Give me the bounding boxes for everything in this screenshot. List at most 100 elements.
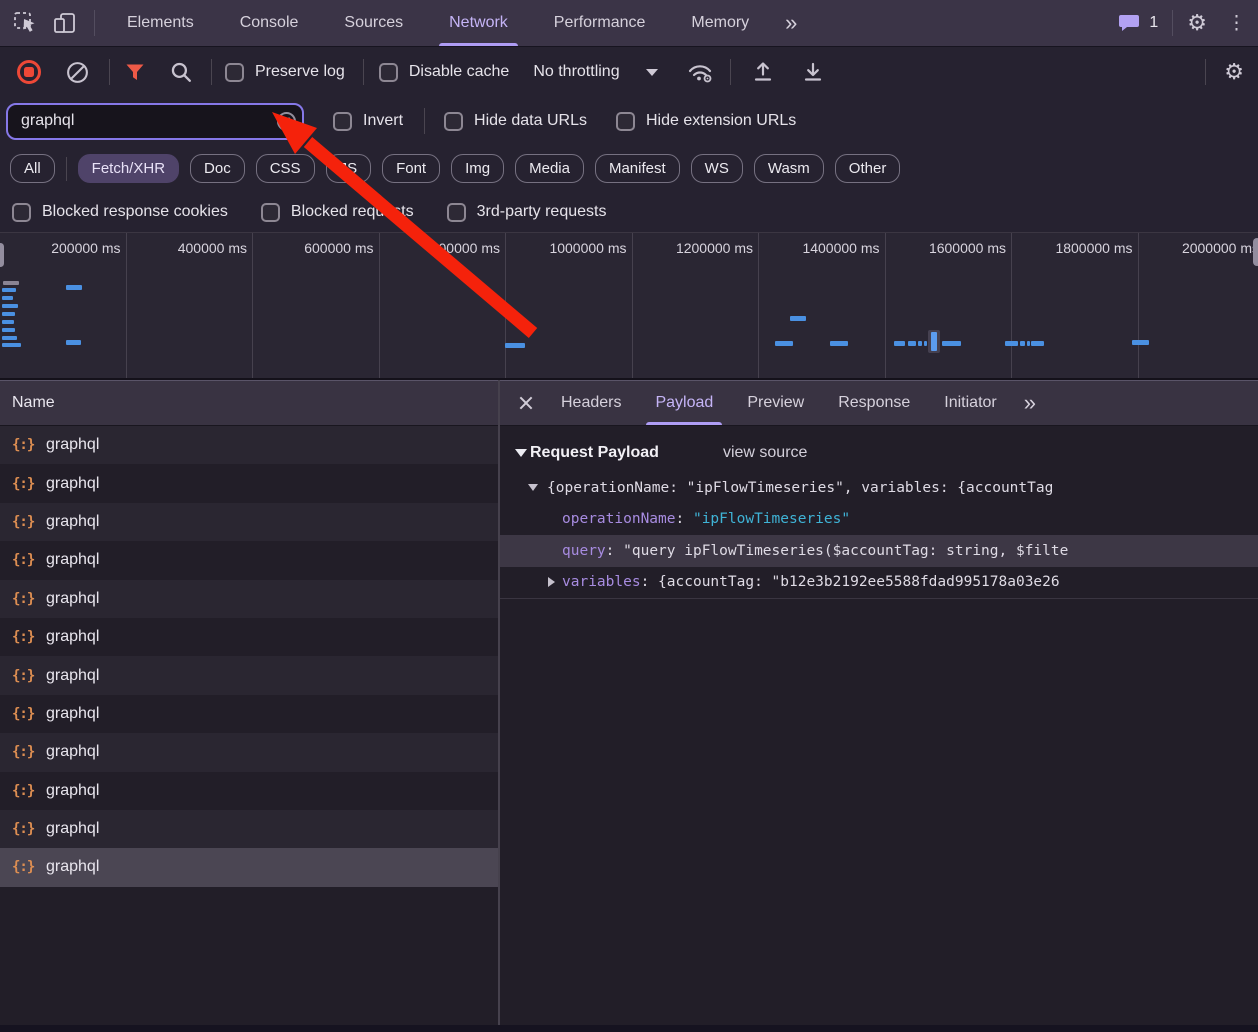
request-row[interactable]: {:}graphql bbox=[0, 848, 498, 886]
tab-elements[interactable]: Elements bbox=[127, 0, 194, 46]
tab-memory[interactable]: Memory bbox=[691, 0, 749, 46]
invert-option[interactable]: Invert bbox=[333, 112, 403, 131]
request-row[interactable]: {:}graphql bbox=[0, 733, 498, 771]
request-row[interactable]: {:}graphql bbox=[0, 541, 498, 579]
clear-network-log-icon[interactable] bbox=[65, 60, 90, 85]
search-icon[interactable] bbox=[169, 60, 194, 85]
checkbox[interactable] bbox=[447, 203, 466, 222]
request-row[interactable]: {:}graphql bbox=[0, 656, 498, 694]
close-detail-icon[interactable] bbox=[508, 381, 544, 425]
inspect-element-icon[interactable] bbox=[10, 8, 40, 38]
request-detail-panel: HeadersPayloadPreviewResponseInitiator »… bbox=[500, 380, 1258, 1032]
payload-entry-row-selected[interactable]: query: "query ipFlowTimeseries($accountT… bbox=[500, 535, 1258, 567]
request-row[interactable]: {:}graphql bbox=[0, 810, 498, 848]
payload-entry-row[interactable]: operationName: "ipFlowTimeseries" bbox=[500, 504, 1258, 536]
request-name: graphql bbox=[46, 820, 99, 838]
waterfall-mark bbox=[790, 316, 806, 321]
json-braces-icon: {:} bbox=[12, 744, 46, 760]
detail-more-tabs-icon[interactable]: » bbox=[1024, 392, 1036, 414]
detail-tab-preview[interactable]: Preview bbox=[730, 381, 821, 425]
waterfall-mark bbox=[2, 328, 15, 332]
option-label: Blocked requests bbox=[291, 203, 414, 221]
chip-js[interactable]: JS bbox=[326, 154, 372, 183]
filter-funnel-icon[interactable] bbox=[123, 60, 147, 84]
device-toolbar-icon[interactable] bbox=[50, 8, 80, 38]
payload-summary-row[interactable]: {operationName: "ipFlowTimeseries", vari… bbox=[500, 472, 1258, 504]
chip-all[interactable]: All bbox=[10, 154, 55, 183]
request-row[interactable]: {:}graphql bbox=[0, 503, 498, 541]
json-braces-icon: {:} bbox=[12, 783, 46, 799]
chip-wasm[interactable]: Wasm bbox=[754, 154, 824, 183]
checkbox[interactable] bbox=[12, 203, 31, 222]
preserve-log-option[interactable]: Preserve log bbox=[225, 63, 345, 82]
payload-entry-row[interactable]: variables: {accountTag: "b12e3b2192ee558… bbox=[500, 567, 1258, 599]
invert-checkbox[interactable] bbox=[333, 112, 352, 131]
chip-other[interactable]: Other bbox=[835, 154, 901, 183]
hide-extension-urls-option[interactable]: Hide extension URLs bbox=[616, 112, 796, 131]
timeline-scroll-thumb-right[interactable] bbox=[1253, 238, 1258, 266]
devtools-top-bar: Elements Console Sources Network Performance… bbox=[0, 0, 1258, 47]
option-blocked-response-cookies[interactable]: Blocked response cookies bbox=[12, 203, 228, 222]
colon: : bbox=[641, 574, 658, 590]
divider bbox=[424, 108, 425, 134]
chip-img[interactable]: Img bbox=[451, 154, 504, 183]
chip-fetchxhr[interactable]: Fetch/XHR bbox=[78, 154, 179, 183]
hide-data-urls-checkbox[interactable] bbox=[444, 112, 463, 131]
detail-tab-payload[interactable]: Payload bbox=[638, 381, 730, 425]
requests-panel: Name {:}graphql{:}graphql{:}graphql{:}gr… bbox=[0, 380, 500, 1032]
hide-extension-urls-checkbox[interactable] bbox=[616, 112, 635, 131]
timeline-scroll-thumb-left[interactable] bbox=[0, 243, 4, 267]
network-overview-timeline[interactable]: 200000 ms400000 ms600000 ms800000 ms1000… bbox=[0, 232, 1258, 380]
chip-ws[interactable]: WS bbox=[691, 154, 743, 183]
view-source-link[interactable]: view source bbox=[723, 444, 807, 462]
requests-column-header[interactable]: Name bbox=[0, 380, 498, 426]
chip-css[interactable]: CSS bbox=[256, 154, 315, 183]
detail-tab-headers[interactable]: Headers bbox=[544, 381, 638, 425]
disable-cache-checkbox[interactable] bbox=[379, 63, 398, 82]
divider bbox=[363, 59, 364, 85]
preserve-log-checkbox[interactable] bbox=[225, 63, 244, 82]
more-tabs-icon[interactable]: » bbox=[785, 12, 797, 34]
waterfall-mark bbox=[2, 304, 18, 308]
kebab-menu-icon[interactable]: ⋮ bbox=[1227, 14, 1246, 33]
option-blocked-requests[interactable]: Blocked requests bbox=[261, 203, 414, 222]
issues-button[interactable]: 1 bbox=[1119, 13, 1158, 33]
network-settings-gear-icon[interactable]: ⚙ bbox=[1224, 61, 1244, 83]
chip-media[interactable]: Media bbox=[515, 154, 584, 183]
colon: : bbox=[676, 511, 693, 527]
tab-sources[interactable]: Sources bbox=[344, 0, 403, 46]
clear-filter-icon[interactable] bbox=[277, 112, 296, 131]
request-name: graphql bbox=[46, 743, 99, 761]
throttling-dropdown[interactable]: No throttling bbox=[533, 63, 657, 81]
detail-tab-initiator[interactable]: Initiator bbox=[927, 381, 1013, 425]
request-row[interactable]: {:}graphql bbox=[0, 695, 498, 733]
detail-tab-response[interactable]: Response bbox=[821, 381, 927, 425]
disable-cache-option[interactable]: Disable cache bbox=[379, 63, 510, 82]
tab-performance[interactable]: Performance bbox=[554, 0, 646, 46]
waterfall-mark bbox=[1005, 341, 1018, 346]
option-3rd-party-requests[interactable]: 3rd-party requests bbox=[447, 203, 607, 222]
network-conditions-icon[interactable] bbox=[686, 60, 714, 84]
checkbox[interactable] bbox=[261, 203, 280, 222]
record-network-log-button[interactable] bbox=[17, 60, 41, 84]
blocked-options-row: Blocked response cookies Blocked requests… bbox=[0, 192, 1258, 232]
hide-data-urls-option[interactable]: Hide data URLs bbox=[444, 112, 587, 131]
tab-console[interactable]: Console bbox=[240, 0, 299, 46]
chip-font[interactable]: Font bbox=[382, 154, 440, 183]
timeline-tick: 1800000 ms bbox=[1012, 233, 1139, 378]
filter-input[interactable] bbox=[6, 103, 304, 140]
chip-doc[interactable]: Doc bbox=[190, 154, 245, 183]
import-har-icon[interactable] bbox=[751, 60, 775, 84]
settings-gear-icon[interactable]: ⚙ bbox=[1187, 12, 1207, 34]
export-har-icon[interactable] bbox=[801, 60, 825, 84]
chip-manifest[interactable]: Manifest bbox=[595, 154, 680, 183]
tab-network[interactable]: Network bbox=[449, 0, 508, 46]
request-row[interactable]: {:}graphql bbox=[0, 618, 498, 656]
payload-summary-text: {operationName: "ipFlowTimeseries", vari… bbox=[547, 480, 1053, 496]
request-row[interactable]: {:}graphql bbox=[0, 580, 498, 618]
request-row[interactable]: {:}graphql bbox=[0, 772, 498, 810]
request-row[interactable]: {:}graphql bbox=[0, 464, 498, 502]
request-row[interactable]: {:}graphql bbox=[0, 426, 498, 464]
request-payload-section[interactable]: Request Payload view source bbox=[500, 434, 1258, 472]
caret-down-icon bbox=[528, 484, 538, 491]
